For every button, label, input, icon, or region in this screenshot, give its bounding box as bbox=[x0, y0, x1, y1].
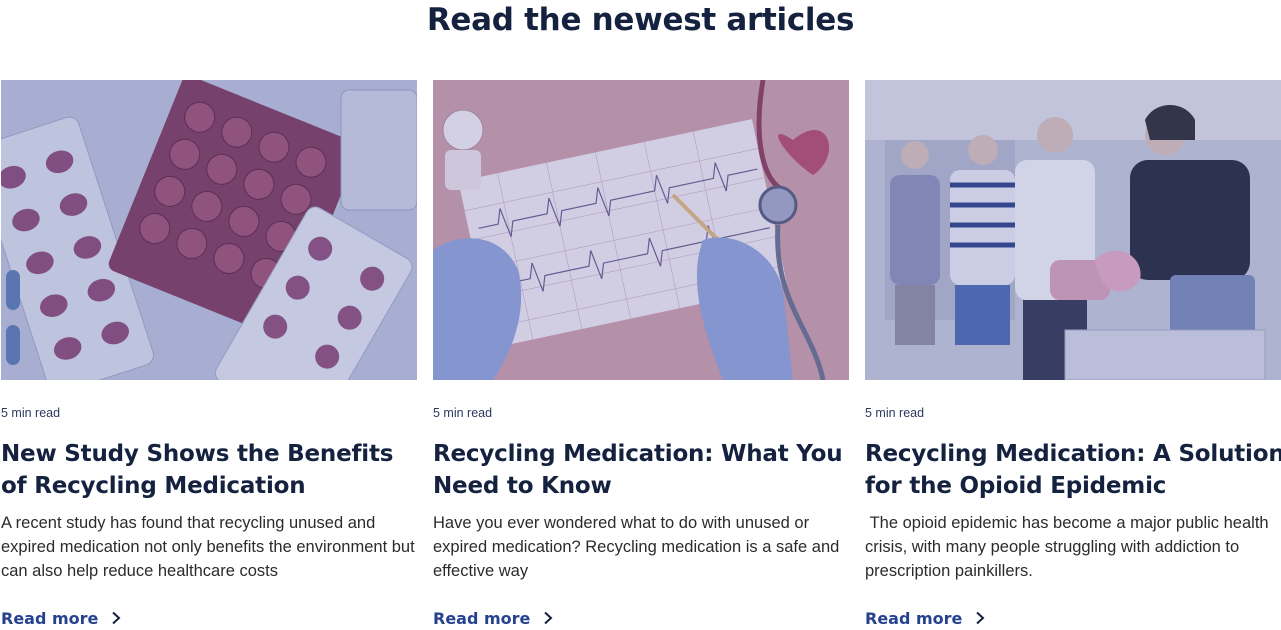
article-title-line: New Study Shows the Benefits bbox=[1, 441, 394, 467]
read-more-link[interactable]: Read more bbox=[433, 606, 554, 630]
article-title[interactable]: Recycling Medication: A Solution for the… bbox=[865, 438, 1281, 502]
article-title-line: of Recycling Medication bbox=[1, 473, 306, 499]
article-title-line: Recycling Medication: A Solution bbox=[865, 441, 1281, 467]
pill-blister-packs-image bbox=[1, 80, 417, 380]
people-disposing-medication-image bbox=[865, 80, 1281, 380]
article-title-line: for the Opioid Epidemic bbox=[865, 473, 1167, 499]
read-time: 5 min read bbox=[433, 406, 493, 420]
chevron-right-icon bbox=[976, 611, 985, 625]
read-more-link[interactable]: Read more bbox=[865, 606, 986, 630]
chevron-right-icon bbox=[544, 611, 553, 625]
article-card: 5 min read Recycling Medication: What Yo… bbox=[433, 80, 849, 630]
article-title-line: Need to Know bbox=[433, 473, 612, 499]
ecg-printout-stethoscope-image bbox=[433, 80, 849, 380]
read-more-label: Read more bbox=[1, 608, 99, 628]
read-time: 5 min read bbox=[1, 406, 61, 420]
article-image[interactable] bbox=[1, 80, 417, 380]
article-excerpt: A recent study has found that recycling … bbox=[1, 514, 415, 580]
article-title[interactable]: New Study Shows the Benefits of Recyclin… bbox=[1, 438, 421, 502]
read-more-link[interactable]: Read more bbox=[1, 606, 122, 630]
article-title-line: Recycling Medication: What You bbox=[433, 441, 843, 467]
section-title: Read the newest articles bbox=[426, 2, 855, 38]
article-card: 5 min read New Study Shows the Benefits … bbox=[1, 80, 417, 630]
chevron-right-icon bbox=[112, 611, 121, 625]
article-title[interactable]: Recycling Medication: What You Need to K… bbox=[433, 438, 853, 502]
article-excerpt: The opioid epidemic has become a major p… bbox=[865, 514, 1274, 580]
read-time: 5 min read bbox=[865, 406, 925, 420]
article-excerpt: Have you ever wondered what to do with u… bbox=[433, 514, 840, 580]
read-more-label: Read more bbox=[865, 608, 963, 628]
read-more-label: Read more bbox=[433, 608, 531, 628]
article-image[interactable] bbox=[433, 80, 849, 380]
article-image[interactable] bbox=[865, 80, 1281, 380]
article-card: 5 min read Recycling Medication: A Solut… bbox=[865, 80, 1281, 630]
